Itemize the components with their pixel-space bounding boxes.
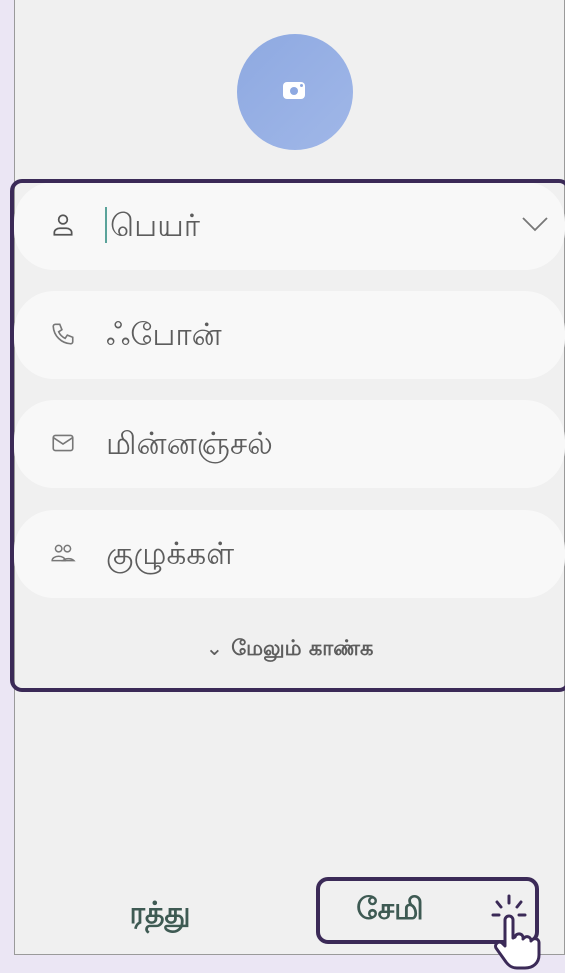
cancel-button[interactable]: ரத்து bbox=[90, 884, 230, 944]
contact-photo-button[interactable] bbox=[237, 34, 353, 150]
hand-pointer-icon bbox=[491, 894, 541, 970]
save-button[interactable]: சேமி bbox=[330, 880, 450, 940]
fields-highlight-box bbox=[10, 179, 565, 692]
camera-icon bbox=[283, 82, 305, 99]
